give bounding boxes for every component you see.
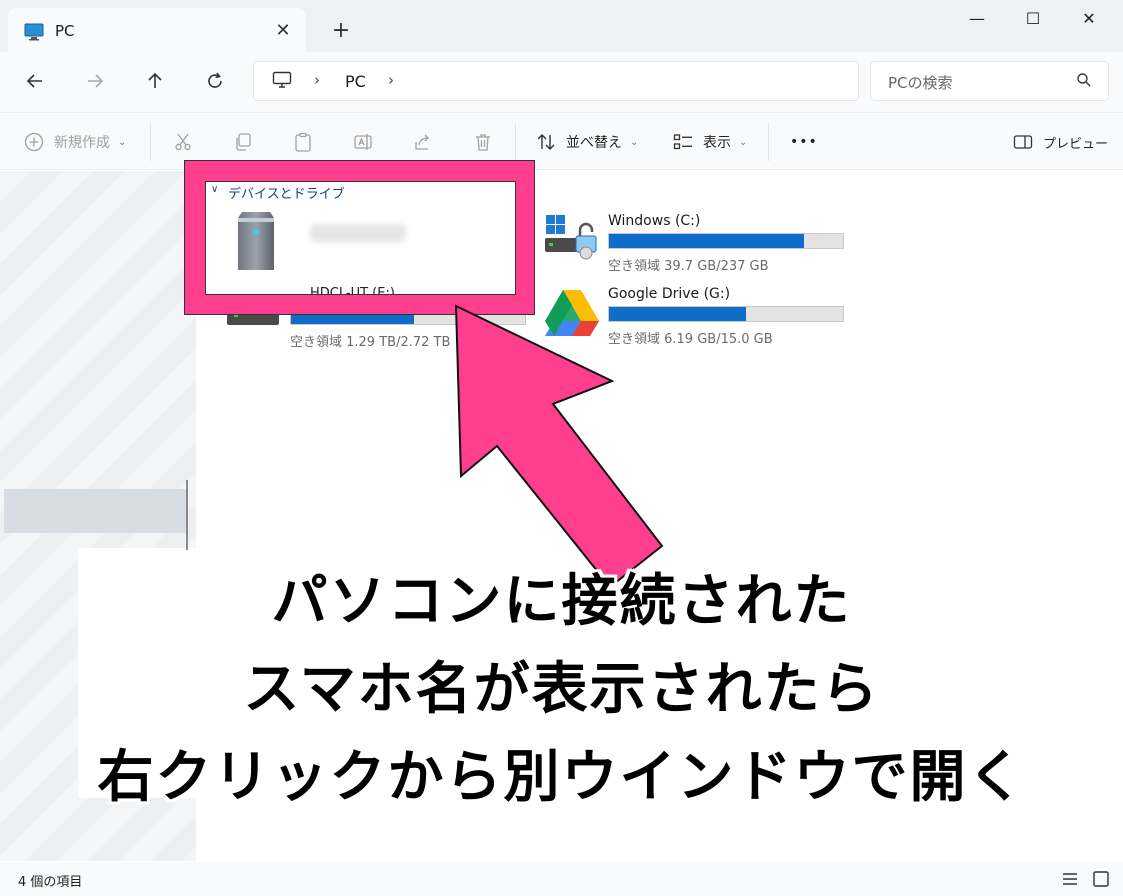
share-button[interactable]	[413, 129, 433, 155]
breadcrumb-separator-end[interactable]: ›	[388, 71, 394, 89]
more-options-button[interactable]: •••	[790, 129, 818, 155]
breadcrumb-pc[interactable]: PC	[345, 72, 366, 91]
navigation-bar: › PC › PCの検索	[0, 52, 1123, 112]
drive-name: Windows (C:)	[608, 213, 701, 229]
windows-drive-icon	[544, 213, 602, 267]
new-button[interactable]: 新規作成 ⌄	[24, 129, 126, 155]
monitor-icon	[24, 23, 44, 45]
search-box[interactable]: PCの検索	[870, 61, 1109, 101]
plus-circle-icon	[24, 132, 44, 152]
arrow-up-icon	[148, 72, 162, 88]
caption-line-1: パソコンに接続された	[271, 569, 852, 634]
divider	[768, 123, 769, 161]
copy-icon	[236, 133, 251, 151]
divider	[150, 123, 151, 161]
preview-pane-icon	[1013, 135, 1033, 149]
tiles-view-icon[interactable]	[1092, 870, 1110, 892]
drive-name-peek: HDCL-UT (E:)	[310, 286, 395, 295]
drive-name: Google Drive (G:)	[608, 286, 731, 302]
chevron-down-icon: ⌄	[739, 136, 748, 148]
view-label: 表示	[703, 135, 731, 151]
caption-line-3: 右クリックから別ウインドウで開く	[97, 745, 1026, 810]
group-header-devices-drives[interactable]: デバイスとドライブ	[228, 183, 345, 202]
status-bar: 4 個の項目	[0, 862, 1123, 896]
sidebar-selected-item[interactable]	[4, 489, 186, 533]
search-icon	[1076, 72, 1092, 92]
chevron-down-icon: ⌄	[118, 136, 127, 148]
arrow-right-icon	[88, 74, 104, 88]
drive-windows[interactable]: Windows (C:) 空き領域 39.7 GB/237 GB	[544, 213, 854, 275]
back-button[interactable]	[20, 66, 50, 96]
item-count: 4 個の項目	[18, 875, 83, 890]
refresh-icon	[208, 72, 222, 88]
scissors-icon	[175, 133, 191, 151]
arrow-left-icon	[26, 74, 42, 88]
sidebar-scrollbar[interactable]	[186, 480, 188, 550]
list-view-icon	[673, 134, 692, 150]
clipboard-icon	[295, 132, 311, 152]
new-tab-button[interactable]: +	[330, 20, 352, 42]
new-label: 新規作成	[54, 135, 110, 151]
up-button[interactable]	[140, 66, 170, 96]
breadcrumb-separator[interactable]: ›	[314, 71, 320, 89]
rename-icon	[354, 134, 372, 150]
drive-usage-bar	[608, 233, 844, 249]
drive-usage-bar	[608, 306, 844, 322]
forward-button[interactable]	[80, 66, 110, 96]
paste-button[interactable]	[293, 129, 313, 155]
view-button[interactable]: 表示 ⌄	[673, 129, 747, 155]
sort-label: 並べ替え	[566, 135, 622, 151]
chevron-down-icon: ⌄	[630, 136, 639, 148]
sort-button[interactable]: 並べ替え ⌄	[536, 129, 638, 155]
rename-button[interactable]	[353, 129, 373, 155]
refresh-button[interactable]	[200, 66, 230, 96]
address-bar[interactable]: › PC ›	[253, 61, 859, 101]
caption-line-2: スマホ名が表示されたら	[243, 657, 880, 722]
drive-free-space: 空き領域 39.7 GB/237 GB	[608, 259, 769, 274]
cut-button[interactable]	[173, 129, 193, 155]
divider	[515, 123, 516, 161]
command-bar: 新規作成 ⌄ 並べ替え ⌄ 表示 ⌄ ••• プレビュー	[0, 112, 1123, 170]
callout-zoom-panel: ∨ デバイスとドライブ HDCL-UT (E:)	[205, 181, 516, 295]
portable-device-icon[interactable]	[236, 210, 276, 276]
tab-label: PC	[55, 22, 75, 40]
minimize-button[interactable]: —	[954, 8, 1000, 30]
details-view-icon[interactable]	[1061, 870, 1079, 892]
computer-icon	[272, 71, 292, 93]
trash-icon	[476, 134, 490, 151]
preview-label: プレビュー	[1043, 136, 1109, 152]
google-drive-icon	[544, 288, 600, 342]
drive-google-drive[interactable]: Google Drive (G:) 空き領域 6.19 GB/15.0 GB	[544, 286, 854, 348]
sort-icon	[537, 134, 555, 150]
preview-button[interactable]: プレビュー	[1013, 129, 1108, 155]
maximize-button[interactable]: ☐	[1010, 8, 1056, 30]
share-icon	[415, 134, 429, 150]
search-placeholder: PCの検索	[888, 74, 953, 92]
device-name-redacted[interactable]	[310, 224, 406, 242]
highlight-callout: ∨ デバイスとドライブ HDCL-UT (E:)	[184, 160, 535, 315]
tab-close-icon[interactable]: ✕	[272, 20, 294, 42]
delete-button[interactable]	[473, 129, 493, 155]
drive-free-space: 空き領域 6.19 GB/15.0 GB	[608, 332, 773, 347]
close-button[interactable]: ✕	[1066, 8, 1112, 30]
copy-button[interactable]	[233, 129, 253, 155]
chevron-down-icon[interactable]: ∨	[211, 184, 218, 195]
drive-free-space: 空き領域 1.29 TB/2.72 TB	[290, 335, 451, 350]
